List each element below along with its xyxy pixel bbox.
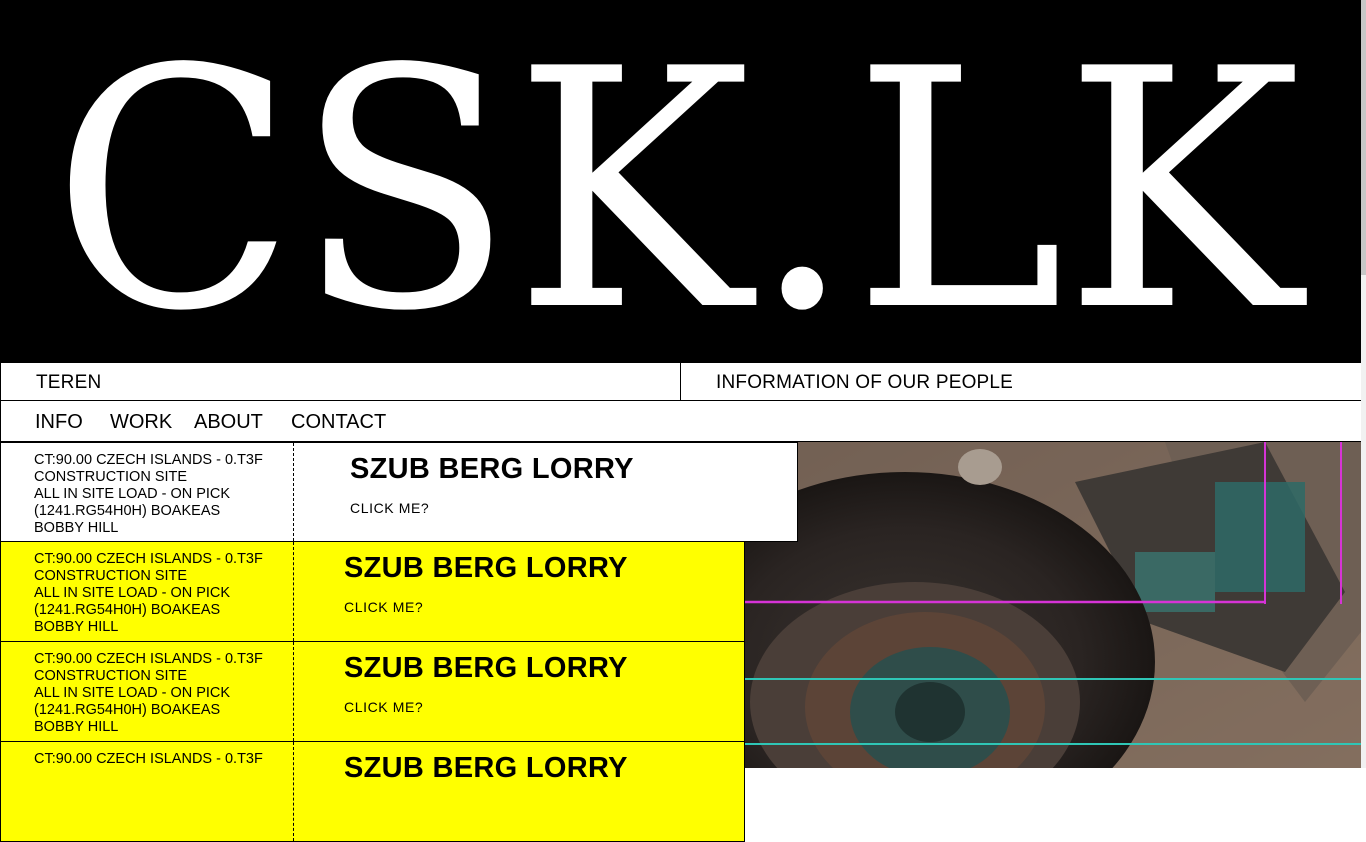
meta-line: (1241.RG54H0H) BOAKEAS: [34, 702, 221, 718]
nav-about[interactable]: ABOUT: [194, 411, 263, 434]
card-title: SZUB BERG LORRY: [344, 552, 628, 584]
project-card[interactable]: CT:90.00 CZECH ISLANDS - 0.T3F CONSTRUCT…: [0, 641, 745, 742]
main-nav: INFO WORK ABOUT CONTACT: [0, 401, 1361, 442]
card-meta: CT:90.00 CZECH ISLANDS - 0.T3F: [1, 742, 294, 841]
project-card[interactable]: CT:90.00 CZECH ISLANDS - 0.T3F SZUB BERG…: [0, 741, 745, 842]
meta-line: CT:90.00 CZECH ISLANDS - 0.T3F: [34, 751, 263, 767]
page-scrollbar[interactable]: [1361, 0, 1366, 768]
nav-contact[interactable]: CONTACT: [291, 411, 386, 434]
project-card[interactable]: CT:90.00 CZECH ISLANDS - 0.T3F CONSTRUCT…: [0, 442, 798, 542]
card-title: SZUB BERG LORRY: [350, 453, 634, 485]
meta-line: BOBBY HILL: [34, 520, 119, 536]
meta-line: BOBBY HILL: [34, 619, 119, 635]
teren-label: TEREN: [36, 372, 102, 393]
card-meta: CT:90.00 CZECH ISLANDS - 0.T3F CONSTRUCT…: [1, 542, 294, 641]
site-logo[interactable]: CSK.LK: [0, 0, 1361, 362]
lorry-image: [745, 442, 1361, 768]
meta-line: (1241.RG54H0H) BOAKEAS: [34, 503, 221, 519]
card-meta: CT:90.00 CZECH ISLANDS - 0.T3F CONSTRUCT…: [1, 642, 294, 741]
people-info-label: INFORMATION OF OUR PEOPLE: [716, 372, 1014, 393]
project-card[interactable]: CT:90.00 CZECH ISLANDS - 0.T3F CONSTRUCT…: [0, 541, 745, 642]
hero-banner: CSK.LK: [0, 0, 1361, 362]
lorry-video-frame: [745, 442, 1361, 768]
nav-work[interactable]: WORK: [110, 411, 172, 434]
card-meta: CT:90.00 CZECH ISLANDS - 0.T3F CONSTRUCT…: [1, 443, 294, 541]
meta-line: CONSTRUCTION SITE: [34, 469, 188, 485]
meta-line: CONSTRUCTION SITE: [34, 568, 188, 584]
card-title: SZUB BERG LORRY: [344, 652, 628, 684]
meta-line: CONSTRUCTION SITE: [34, 668, 188, 684]
click-me-link[interactable]: CLICK ME?: [350, 500, 429, 516]
meta-line: ALL IN SITE LOAD - ON PICK: [34, 486, 231, 502]
click-me-link[interactable]: CLICK ME?: [344, 599, 423, 615]
click-me-link[interactable]: CLICK ME?: [344, 699, 423, 715]
meta-line: CT:90.00 CZECH ISLANDS - 0.T3F: [34, 551, 263, 567]
meta-line: CT:90.00 CZECH ISLANDS - 0.T3F: [34, 651, 263, 667]
meta-line: (1241.RG54H0H) BOAKEAS: [34, 602, 221, 618]
meta-line: ALL IN SITE LOAD - ON PICK: [34, 585, 231, 601]
info-bar: TEREN INFORMATION OF OUR PEOPLE: [0, 362, 1361, 401]
card-title: SZUB BERG LORRY: [344, 752, 628, 784]
nav-info[interactable]: INFO: [35, 411, 83, 434]
meta-line: BOBBY HILL: [34, 719, 119, 735]
logo-text: CSK.LK: [52, 0, 1308, 362]
info-bar-left-cell: TEREN: [0, 363, 681, 400]
meta-line: CT:90.00 CZECH ISLANDS - 0.T3F: [34, 452, 263, 468]
meta-line: ALL IN SITE LOAD - ON PICK: [34, 685, 231, 701]
scrollbar-thumb[interactable]: [1361, 0, 1366, 275]
